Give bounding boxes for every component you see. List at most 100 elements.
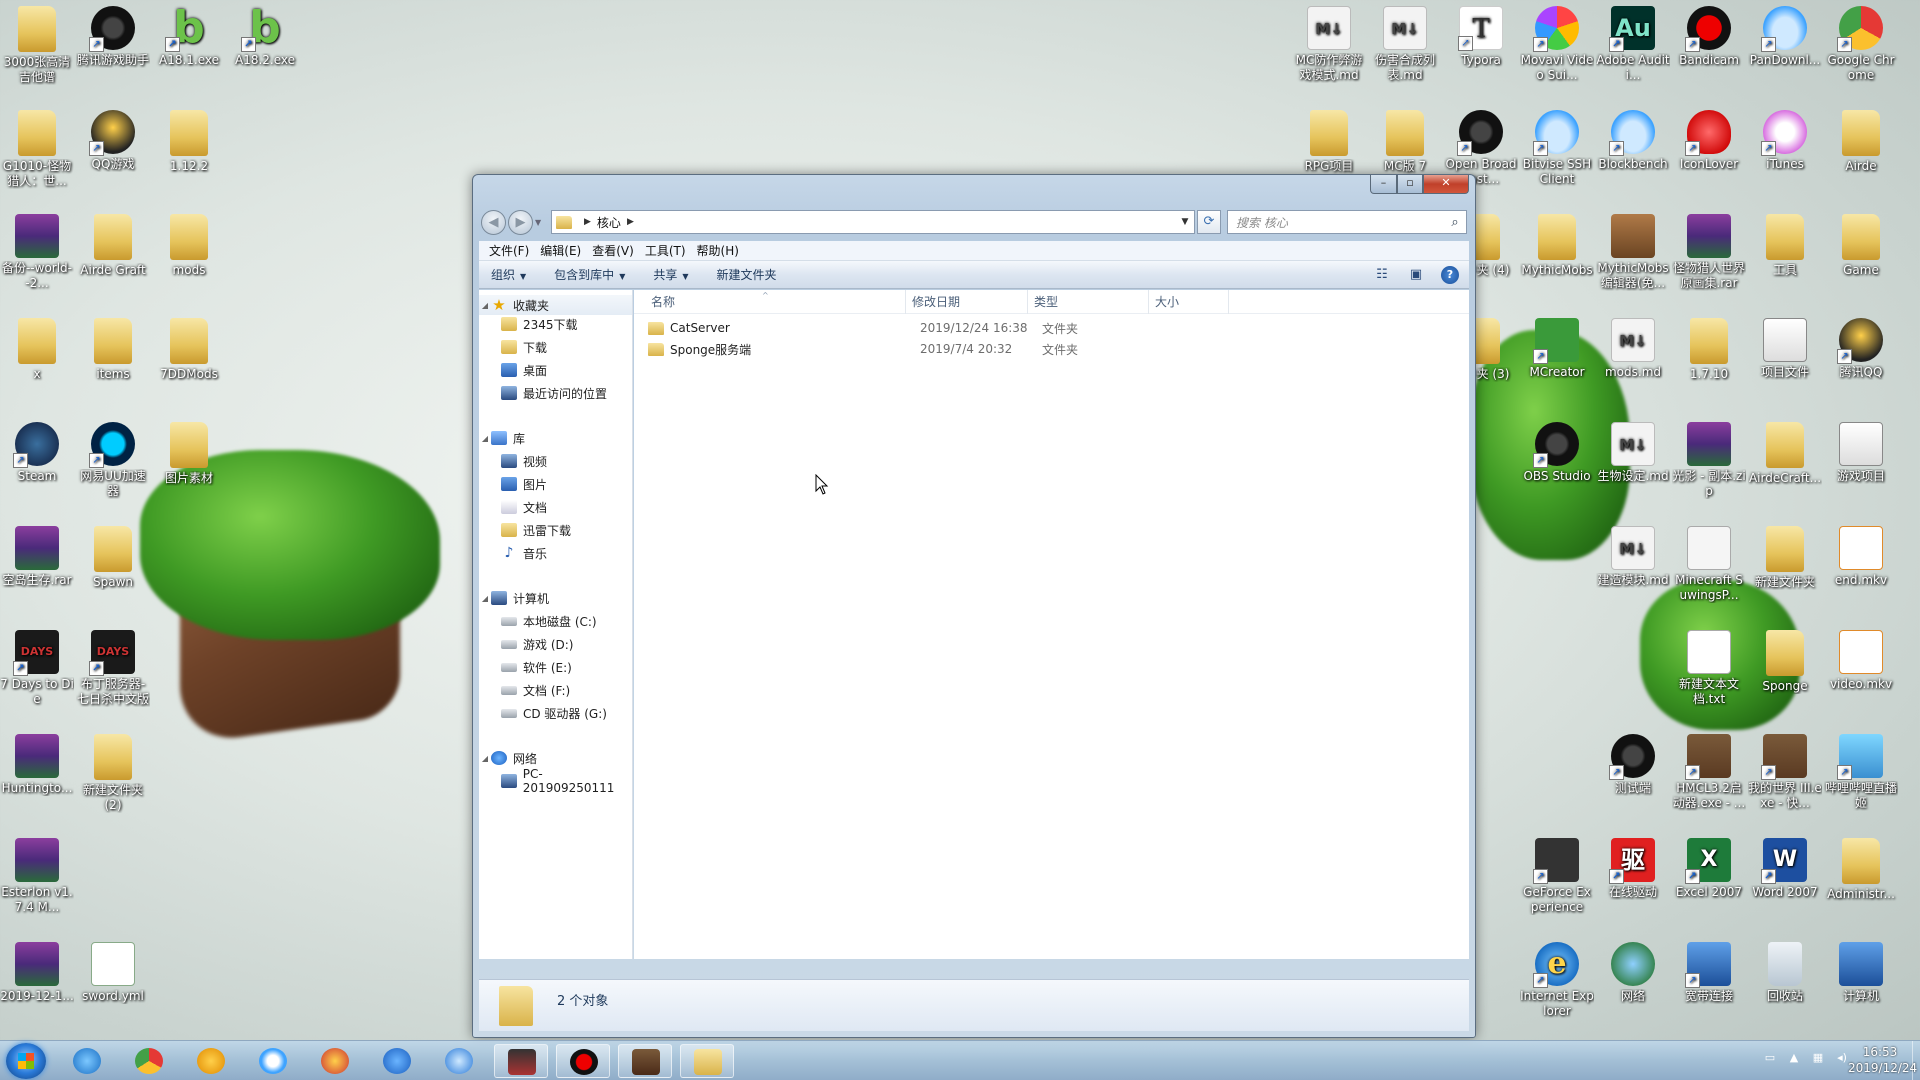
desktop-icon-right[interactable]: MythicMobs bbox=[1520, 210, 1594, 278]
search-input[interactable]: 搜索 核心 ⌕ bbox=[1227, 210, 1467, 234]
desktop-icon-right[interactable]: HMCL3.2启动器.exe - ... bbox=[1672, 730, 1746, 811]
new-folder-button[interactable]: 新建文件夹 bbox=[717, 266, 777, 283]
desktop-icon-right[interactable]: M↓ mods.md bbox=[1596, 314, 1670, 380]
desktop-icon-right[interactable]: iTunes bbox=[1748, 106, 1822, 172]
desktop-icon-right[interactable]: 驱在线驱动 bbox=[1596, 834, 1670, 900]
desktop-icon-right[interactable]: 新建文本文档.txt bbox=[1672, 626, 1746, 707]
desktop-icon-left[interactable]: Steam bbox=[0, 418, 74, 484]
tray-expand-icon[interactable]: ▲ bbox=[1786, 1051, 1802, 1067]
desktop-icon-right[interactable]: Airde bbox=[1824, 106, 1898, 174]
maximize-button[interactable]: ▫ bbox=[1397, 175, 1423, 194]
desktop-icon-right[interactable]: AirdeCraft... bbox=[1748, 418, 1822, 486]
expand-arrow-icon[interactable]: ◢ bbox=[479, 301, 491, 310]
desktop-icon-right[interactable]: 腾讯QQ bbox=[1824, 314, 1898, 380]
desktop-icon-left[interactable]: 3000张高清吉他谱 bbox=[0, 2, 74, 85]
start-button[interactable] bbox=[6, 1043, 46, 1079]
preview-pane-icon[interactable]: ▣ bbox=[1405, 265, 1427, 285]
desktop-icon-right[interactable]: 哔哩哔哩直播姬 bbox=[1824, 730, 1898, 811]
desktop-icon-right[interactable]: PanDownl... bbox=[1748, 2, 1822, 68]
desktop-icon-left[interactable]: Esterlon v1.7.4 M... bbox=[0, 834, 74, 915]
desktop-icon-right[interactable]: Game bbox=[1824, 210, 1898, 278]
desktop-icon-right[interactable]: 新建文件夹 bbox=[1748, 522, 1822, 590]
desktop-icon-left[interactable]: 腾讯游戏助手 bbox=[76, 2, 150, 68]
desktop-icon-right[interactable]: Minecraft SuwingsP... bbox=[1672, 522, 1746, 603]
desktop-icon-right[interactable]: 光影 - 副本.zip bbox=[1672, 418, 1746, 499]
expand-arrow-icon[interactable]: ◢ bbox=[479, 434, 491, 443]
nav-item-drive-f[interactable]: 文档 (F:) bbox=[479, 680, 632, 700]
forward-button[interactable]: ▶ bbox=[508, 209, 533, 235]
desktop-icon-left[interactable]: 图片素材 bbox=[152, 418, 226, 486]
nav-network[interactable]: ◢ 网络 bbox=[479, 748, 632, 768]
desktop-icon-right[interactable]: 工具 bbox=[1748, 210, 1822, 278]
recent-pages-dropdown[interactable]: ▼ bbox=[535, 218, 547, 227]
close-button[interactable]: ✕ bbox=[1423, 175, 1469, 194]
desktop-icon-left[interactable]: DAYS布丁服务器-七日杀中文版 bbox=[76, 626, 150, 707]
desktop-icon-right[interactable]: eInternet Explorer bbox=[1520, 938, 1594, 1019]
network-status-icon[interactable]: ▦ bbox=[1810, 1051, 1826, 1067]
desktop-icon-left[interactable]: x bbox=[0, 314, 74, 382]
taskbar-minecraft[interactable] bbox=[618, 1044, 672, 1078]
menu-help[interactable]: 帮助(H) bbox=[697, 242, 739, 259]
desktop-icon-right[interactable]: M↓ 建造模块.md bbox=[1596, 522, 1670, 588]
desktop-icon-right[interactable]: Sponge bbox=[1748, 626, 1822, 694]
desktop-icon-left[interactable]: QQ游戏 bbox=[76, 106, 150, 172]
desktop-icon-left[interactable]: 1.12.2 bbox=[152, 106, 226, 174]
nav-libraries[interactable]: ◢ 库 bbox=[479, 428, 632, 448]
taskbar-bitvise[interactable] bbox=[432, 1044, 486, 1078]
refresh-button[interactable]: ⟳ bbox=[1197, 210, 1221, 234]
menu-edit[interactable]: 编辑(E) bbox=[540, 242, 581, 259]
taskbar-bandicam[interactable] bbox=[556, 1044, 610, 1078]
desktop-icon-left[interactable]: Huntingto... bbox=[0, 730, 74, 796]
desktop-icon-left[interactable]: 2019-12-1... bbox=[0, 938, 74, 1004]
nav-item-drive-e[interactable]: 软件 (E:) bbox=[479, 657, 632, 677]
column-type[interactable]: 类型 bbox=[1028, 290, 1149, 314]
desktop-icon-right[interactable]: end.mkv bbox=[1824, 522, 1898, 588]
breadcrumb-separator-icon[interactable]: ▶ bbox=[627, 217, 634, 227]
column-name[interactable]: ^ 名称 bbox=[634, 290, 906, 314]
desktop-icon-right[interactable]: 回收站 bbox=[1748, 938, 1822, 1004]
nav-item-network-pc[interactable]: PC-201909250111 bbox=[479, 767, 632, 795]
desktop-icon-right[interactable]: AuAdobe Auditi... bbox=[1596, 2, 1670, 83]
desktop-icon-right[interactable]: 计算机 bbox=[1824, 938, 1898, 1004]
desktop-icon-left[interactable]: 7DDMods bbox=[152, 314, 226, 382]
desktop-icon-right[interactable]: M↓ 生物设定.md bbox=[1596, 418, 1670, 484]
nav-item-videos[interactable]: 视频 bbox=[479, 451, 632, 471]
desktop-icon-left[interactable]: G1010-怪物猎人：世... bbox=[0, 106, 74, 189]
menu-tools[interactable]: 工具(T) bbox=[645, 242, 686, 259]
nav-item-2345-downloads[interactable]: 2345下载 bbox=[479, 314, 632, 334]
desktop-icon-right[interactable]: T Typora bbox=[1444, 2, 1518, 68]
nav-item-pictures[interactable]: 图片 bbox=[479, 474, 632, 494]
nav-item-downloads[interactable]: 下载 bbox=[479, 337, 632, 357]
nav-item-drive-c[interactable]: 本地磁盘 (C:) bbox=[479, 611, 632, 631]
desktop-icon-right[interactable]: M↓ MC防作弊游戏模式.md bbox=[1292, 2, 1366, 83]
desktop-icon-right[interactable]: 宽带连接 bbox=[1672, 938, 1746, 1004]
nav-item-drive-g[interactable]: CD 驱动器 (G:) bbox=[479, 703, 632, 723]
desktop-icon-right[interactable]: MCreator bbox=[1520, 314, 1594, 380]
organize-button[interactable]: 组织 ▼ bbox=[491, 266, 526, 283]
desktop-icon-right[interactable]: MC版 7 bbox=[1368, 106, 1442, 174]
desktop-icon-right[interactable]: Bandicam bbox=[1672, 2, 1746, 68]
desktop-icon-left[interactable]: mods bbox=[152, 210, 226, 278]
desktop-icon-right[interactable]: M↓ 伤害合成列表.md bbox=[1368, 2, 1442, 83]
desktop-icon-right[interactable]: XExcel 2007 bbox=[1672, 834, 1746, 900]
taskbar-explorer[interactable] bbox=[680, 1044, 734, 1078]
desktop-icon-left[interactable]: bA18.2.exe bbox=[228, 2, 302, 68]
desktop-icon-right[interactable]: 1.7.10 bbox=[1672, 314, 1746, 382]
menu-file[interactable]: 文件(F) bbox=[489, 242, 529, 259]
expand-arrow-icon[interactable]: ◢ bbox=[479, 594, 491, 603]
taskbar-app-duck[interactable] bbox=[184, 1044, 238, 1078]
desktop-icon-right[interactable]: WWord 2007 bbox=[1748, 834, 1822, 900]
desktop-icon-left[interactable]: 备份--world--2... bbox=[0, 210, 74, 291]
column-date[interactable]: 修改日期 bbox=[906, 290, 1028, 314]
desktop-icon-left[interactable]: 空岛生存.rar bbox=[0, 522, 74, 588]
include-in-library-button[interactable]: 包含到库中 ▼ bbox=[554, 266, 625, 283]
desktop-icon-right[interactable]: IconLover bbox=[1672, 106, 1746, 172]
desktop-icon-left[interactable]: bA18.1.exe bbox=[152, 2, 226, 68]
breadcrumb-separator-icon[interactable]: ▶ bbox=[584, 217, 591, 227]
desktop-icon-right[interactable]: Administr... bbox=[1824, 834, 1898, 902]
menu-view[interactable]: 查看(V) bbox=[592, 242, 634, 259]
help-icon[interactable]: ? bbox=[1441, 265, 1459, 284]
desktop-icon-right[interactable]: Blockbench bbox=[1596, 106, 1670, 172]
taskbar-chrome[interactable] bbox=[122, 1044, 176, 1078]
desktop-icon-left[interactable]: 网易UU加速器 bbox=[76, 418, 150, 499]
